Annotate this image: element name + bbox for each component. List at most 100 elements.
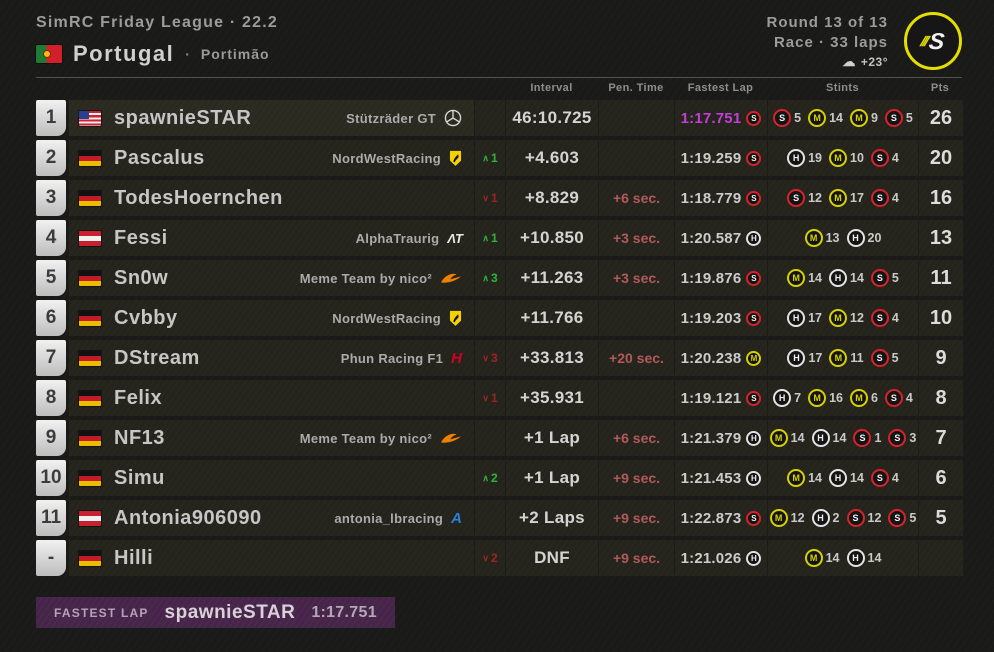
- table-row[interactable]: 4 Fessi AlphaTraurig ΛT ∧ 1 +10.850 +3 se…: [36, 220, 963, 256]
- logo-letter: S: [927, 27, 946, 54]
- col-points: Pts: [930, 82, 950, 94]
- tire-h-icon: H: [829, 269, 848, 287]
- penalty-cell: +3 sec.: [599, 260, 674, 296]
- table-row[interactable]: - Hilli ∨ 2 DNF +9 sec. 1:21.026 H M 14 H 14: [36, 540, 963, 576]
- team-wrap: Meme Team by nico²: [300, 431, 462, 446]
- alpine-logo-icon: A: [451, 509, 462, 527]
- points-cell: 13: [919, 220, 963, 256]
- table-row[interactable]: 3 TodesHoernchen ∨ 1 +8.829 +6 sec. 1:18.…: [36, 180, 963, 216]
- position-badge: 10: [36, 460, 66, 496]
- driver-name: DStream: [114, 346, 200, 369]
- tire-s-icon: S: [870, 469, 889, 487]
- stint-laps: 12: [867, 511, 882, 525]
- stint-laps: 12: [850, 311, 864, 325]
- tire-h-icon: H: [787, 309, 806, 327]
- fastest-lap-cell: 1:19.203 S: [675, 300, 767, 336]
- stint: M 14: [787, 269, 822, 287]
- fastest-lap-value: 1:21.026: [680, 549, 742, 567]
- position-badge: 1: [36, 100, 66, 136]
- country-flag-icon: [79, 310, 101, 326]
- track-separator: ·: [185, 46, 190, 62]
- position-badge: 2: [36, 140, 66, 176]
- col-stints: Stints: [826, 82, 859, 94]
- stint-laps: 17: [850, 191, 864, 205]
- stint-laps: 14: [825, 551, 840, 565]
- driver-name: Cvbby: [114, 306, 178, 329]
- interval-cell: +10.850: [506, 220, 598, 256]
- country-flag-icon: [79, 270, 101, 286]
- stint-laps: 14: [829, 111, 843, 125]
- team-name: NordWestRacing: [332, 150, 441, 166]
- stint-laps: 11: [850, 351, 864, 365]
- table-row[interactable]: 8 Felix ∨ 1 +35.931 1:19.121 S H 7 M 16 M 6 S 4 …: [36, 380, 963, 416]
- driver-bar: Cvbby NordWestRacing: [69, 300, 474, 336]
- round-label: Round 13 of 13: [766, 14, 888, 31]
- league-logo-icon: /// S: [904, 12, 962, 70]
- tire-m-icon: M: [804, 229, 823, 247]
- driver-name: Pascalus: [114, 146, 205, 169]
- tire-m-icon: M: [769, 509, 788, 527]
- tire-s-icon: S: [787, 189, 806, 207]
- stint: S4: [870, 149, 899, 167]
- country-flag-icon: [79, 470, 101, 486]
- stint-laps: 5: [905, 111, 913, 125]
- driver-bar: Pascalus NordWestRacing: [69, 140, 474, 176]
- fastest-lap-tire-icon: H: [746, 470, 762, 486]
- points-cell: 16: [919, 180, 963, 216]
- stint: S 12: [846, 509, 882, 527]
- tire-s-icon: S: [884, 109, 903, 127]
- table-row[interactable]: 9 NF13 Meme Team by nico² +1 Lap +6 sec.…: [36, 420, 963, 456]
- header-left: SimRC Friday League · 22.2 Portugal · Po…: [36, 12, 278, 67]
- stints-cell: M 14 H 14 S 1 S 3: [768, 420, 918, 456]
- tire-m-icon: M: [787, 469, 806, 487]
- stints-cell: H 19 M 10 S 4: [768, 140, 918, 176]
- table-row[interactable]: 11 Antonia906090 antonia_lbracing A +2 L…: [36, 500, 963, 536]
- stint: M 12: [829, 309, 864, 327]
- position-badge: 11: [36, 500, 66, 536]
- stint-laps: 5: [891, 351, 899, 365]
- driver-name: Antonia906090: [114, 506, 262, 529]
- tire-m-icon: M: [808, 109, 827, 127]
- stint: H 19: [787, 149, 822, 167]
- fastest-lap-tire-icon: S: [746, 390, 762, 406]
- stint: M9: [849, 109, 878, 127]
- stint: M 14: [808, 109, 843, 127]
- penalty-cell: [599, 380, 674, 416]
- column-headers: Interval Pen. Time Fastest Lap Stints Pt…: [36, 82, 962, 94]
- table-row[interactable]: 6 Cvbby NordWestRacing +11.766 1:19.203 …: [36, 300, 963, 336]
- penalty-cell: +3 sec.: [599, 220, 674, 256]
- fastest-lap-cell: 1:21.453 H: [675, 460, 767, 496]
- team-wrap: Meme Team by nico²: [300, 271, 462, 286]
- stint: S 12: [787, 189, 822, 207]
- tire-s-icon: S: [870, 349, 889, 367]
- chevron-down-icon: ∨: [482, 352, 489, 363]
- stint: H7: [773, 389, 801, 407]
- fastest-lap-cell: 1:19.121 S: [675, 380, 767, 416]
- table-row[interactable]: 1 spawnieSTAR Stützräder GT 46:10.725 1:…: [36, 100, 963, 136]
- tire-h-icon: H: [811, 429, 830, 447]
- table-row[interactable]: 10 Simu ∧ 2 +1 Lap +9 sec. 1:21.453 H M 14…: [36, 460, 963, 496]
- tire-h-icon: H: [746, 430, 762, 446]
- position-badge: 5: [36, 260, 66, 296]
- interval-cell: +1 Lap: [506, 460, 598, 496]
- stint: H 17: [787, 309, 822, 327]
- stint: H2: [811, 509, 840, 527]
- points-cell: 11: [919, 260, 963, 296]
- table-row[interactable]: 2 Pascalus NordWestRacing ∧ 1 +4.603 1:19…: [36, 140, 963, 176]
- country-flag-icon: [79, 390, 101, 406]
- stint: S5: [870, 269, 899, 287]
- table-row[interactable]: 5 Sn0w Meme Team by nico² ∧ 3 +11.263 +3 …: [36, 260, 963, 296]
- driver-bar: spawnieSTAR Stützräder GT: [69, 100, 474, 136]
- fastest-lap-value: 1:22.873: [680, 509, 742, 527]
- stint: H 20: [846, 229, 881, 247]
- fastest-lap-tire-icon: S: [746, 110, 762, 126]
- team-wrap: NordWestRacing: [332, 149, 462, 167]
- stint-laps: 13: [825, 231, 840, 245]
- fastest-lap-tire-icon: S: [746, 270, 762, 286]
- stint: S5: [884, 109, 913, 127]
- stint-laps: 1: [874, 431, 882, 445]
- chevron-up-icon: ∧: [482, 232, 489, 243]
- stint: M 14: [804, 549, 840, 567]
- stint: H 14: [829, 469, 864, 487]
- table-row[interactable]: 7 DStream Phun Racing F1 H ∨ 3 +33.813 +2…: [36, 340, 963, 376]
